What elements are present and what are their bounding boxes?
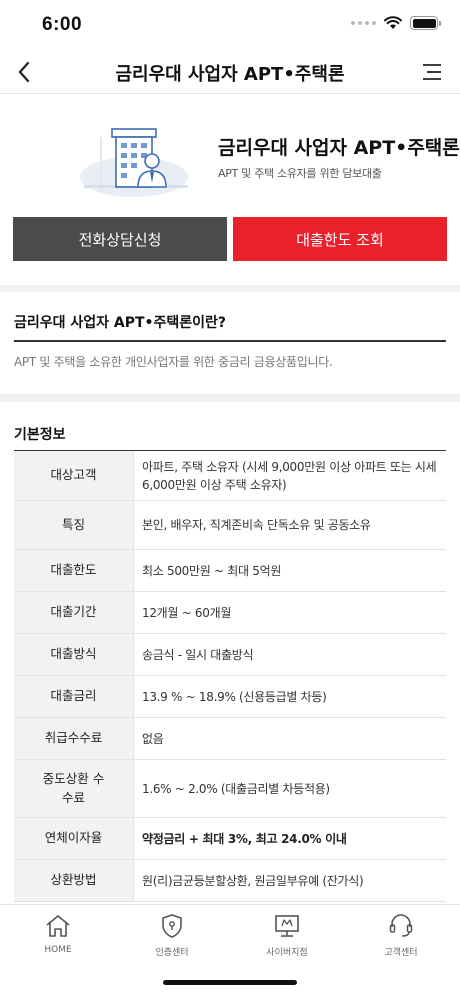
row-value: 1.6% ~ 2.0% (대출금리별 차등적용) bbox=[142, 781, 330, 796]
phone-consult-button[interactable]: 전화상담신청 bbox=[13, 217, 227, 261]
row-label: 대출금리 bbox=[14, 676, 134, 717]
product-hero: 금리우대 사업자 APT•주택론 APT 및 주택 소유자를 위한 담보대출 전… bbox=[0, 95, 460, 285]
row-label: 대출한도 bbox=[14, 550, 134, 591]
status-time: 6:00 bbox=[42, 14, 83, 35]
row-value: 13.9 % ~ 18.9% (신용등급별 차등) bbox=[142, 689, 327, 704]
status-bar: 6:00 bbox=[0, 0, 460, 50]
page-title: 금리우대 사업자 APT•주택론 bbox=[115, 64, 345, 85]
table-row: 대출한도 최소 500만원 ~ 최대 5억원 bbox=[14, 550, 446, 592]
table-row: 연체이자율 약정금리 + 최대 3%, 최고 24.0% 이내 bbox=[14, 818, 446, 860]
product-subtitle: APT 및 주택 소유자를 위한 담보대출 bbox=[218, 167, 382, 180]
back-button[interactable] bbox=[8, 56, 40, 88]
row-label: 대출기간 bbox=[14, 592, 134, 633]
row-label: 대출방식 bbox=[14, 634, 134, 675]
section-divider bbox=[0, 394, 460, 402]
row-value: 본인, 배우자, 직계존비속 단독소유 및 공동소유 bbox=[142, 518, 371, 532]
tab-customer-center[interactable]: 고객센터 bbox=[356, 913, 446, 958]
row-label: 대상고객 bbox=[14, 451, 134, 500]
tab-label: HOME bbox=[44, 945, 72, 955]
tab-auth-center[interactable]: 인증센터 bbox=[127, 913, 217, 958]
status-icons bbox=[351, 16, 441, 30]
table-row: 중도상환 수수료 1.6% ~ 2.0% (대출금리별 차등적용) bbox=[14, 760, 446, 818]
about-section: 금리우대 사업자 APT•주택론이란? APT 및 주택을 소유한 개인사업자를… bbox=[0, 292, 460, 394]
table-row: 취급수수료 없음 bbox=[14, 718, 446, 760]
tab-label: 인증센터 bbox=[155, 948, 189, 958]
basic-info-section: 기본정보 대상고객 아파트, 주택 소유자 (시세 9,000만원 이상 아파트… bbox=[0, 402, 460, 902]
building-person-illustration bbox=[80, 128, 188, 197]
row-value: 송금식 - 일시 대출방식 bbox=[142, 647, 254, 662]
about-title: 금리우대 사업자 APT•주택론이란? bbox=[14, 315, 227, 331]
table-row: 특징 본인, 배우자, 직계존비속 단독소유 및 공동소유 bbox=[14, 501, 446, 550]
tab-cyber-branch[interactable]: 사이버지점 bbox=[242, 913, 332, 958]
tab-label: 사이버지점 bbox=[266, 948, 308, 958]
row-label: 특징 bbox=[14, 501, 134, 549]
table-row: 대상고객 아파트, 주택 소유자 (시세 9,000만원 이상 아파트 또는 시… bbox=[14, 451, 446, 501]
row-value: 없음 bbox=[142, 731, 164, 746]
shield-icon bbox=[158, 913, 186, 939]
app-header: 금리우대 사업자 APT•주택론 bbox=[0, 50, 460, 94]
row-value: 최소 500만원 ~ 최대 5억원 bbox=[142, 563, 282, 578]
loan-limit-button[interactable]: 대출한도 조회 bbox=[233, 217, 447, 261]
monitor-icon bbox=[273, 913, 301, 939]
row-value: 12개월 ~ 60개월 bbox=[142, 605, 232, 620]
row-label: 연체이자율 bbox=[14, 818, 134, 859]
table-row: 대출기간 12개월 ~ 60개월 bbox=[14, 592, 446, 634]
product-title: 금리우대 사업자 APT•주택론 bbox=[218, 137, 460, 159]
table-row: 대출방식 송금식 - 일시 대출방식 bbox=[14, 634, 446, 676]
home-indicator bbox=[163, 980, 297, 985]
about-description: APT 및 주택을 소유한 개인사업자를 위한 중금리 금융상품입니다. bbox=[14, 355, 333, 369]
tab-label: 고객센터 bbox=[384, 948, 418, 958]
wifi-icon bbox=[384, 16, 402, 29]
row-label: 상환방법 bbox=[14, 860, 134, 901]
home-icon bbox=[44, 913, 72, 939]
row-label: 취급수수료 bbox=[14, 718, 134, 759]
table-row: 대출금리 13.9 % ~ 18.9% (신용등급별 차등) bbox=[14, 676, 446, 718]
table-row: 상환방법 원(리)금균등분할상환, 원금일부유예 (잔가식) bbox=[14, 860, 446, 902]
menu-button[interactable] bbox=[416, 56, 448, 88]
row-value: 원(리)금균등분할상환, 원금일부유예 (잔가식) bbox=[142, 873, 364, 888]
basic-info-title: 기본정보 bbox=[14, 427, 66, 443]
row-value: 약정금리 + 최대 3%, 최고 24.0% 이내 bbox=[142, 831, 347, 846]
headset-icon bbox=[387, 913, 415, 939]
row-label: 중도상환 수수료 bbox=[14, 760, 134, 817]
hamburger-icon bbox=[423, 64, 441, 80]
section-divider bbox=[0, 285, 460, 292]
basic-info-table: 대상고객 아파트, 주택 소유자 (시세 9,000만원 이상 아파트 또는 시… bbox=[14, 450, 446, 902]
signal-icon bbox=[351, 21, 376, 25]
about-divider bbox=[14, 340, 446, 342]
chevron-left-icon bbox=[18, 61, 30, 83]
row-value: 아파트, 주택 소유자 (시세 9,000만원 이상 아파트 또는 시세 6,0… bbox=[142, 459, 437, 492]
tab-home[interactable]: HOME bbox=[13, 913, 103, 955]
battery-icon bbox=[410, 16, 441, 30]
